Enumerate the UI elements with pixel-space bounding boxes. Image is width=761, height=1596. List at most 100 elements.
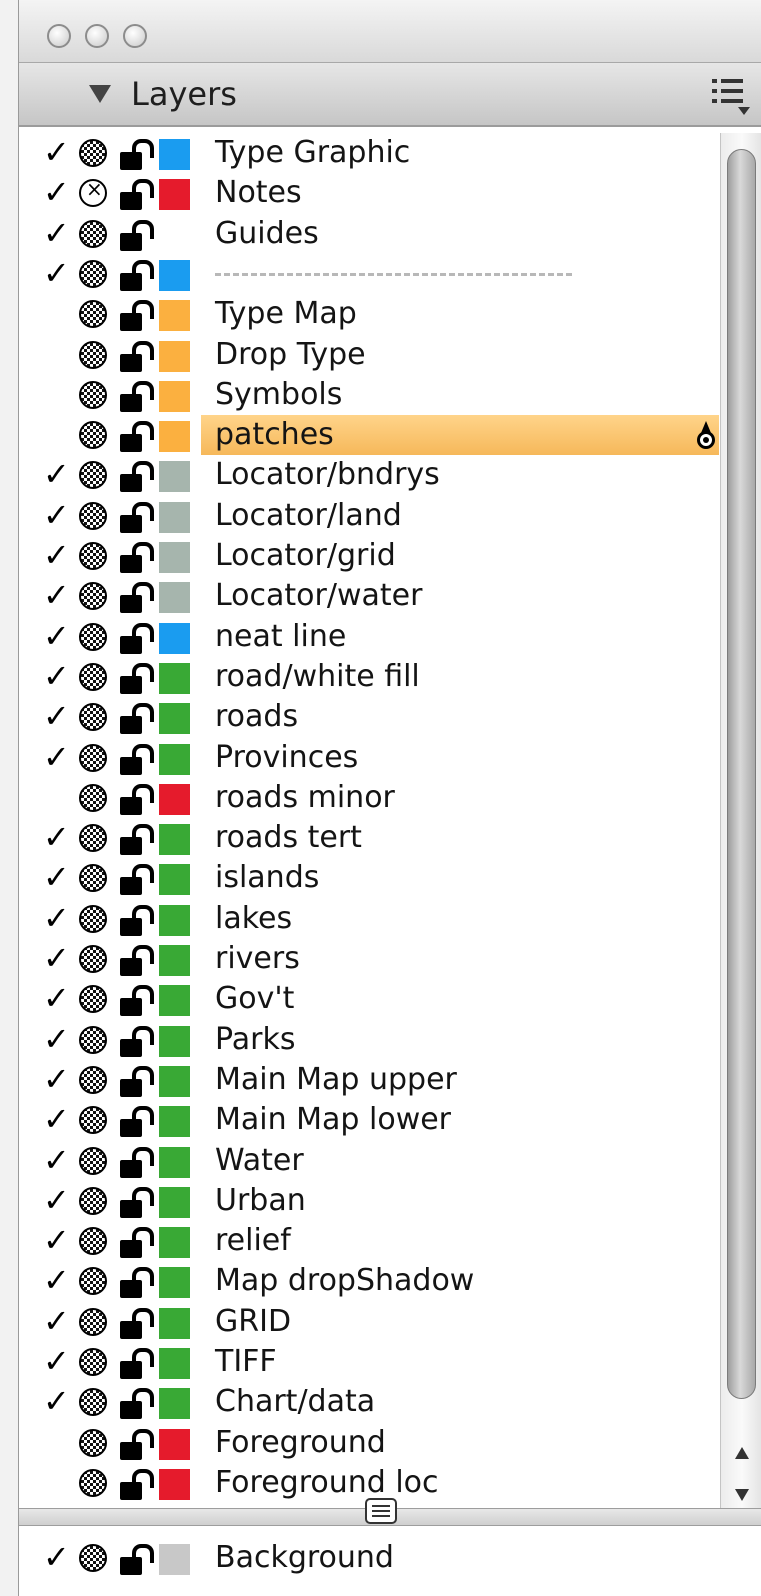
layer-row[interactable]: Type Map bbox=[19, 294, 719, 334]
lock-open-icon[interactable] bbox=[120, 380, 154, 412]
eye-icon[interactable] bbox=[79, 1065, 107, 1094]
eye-icon[interactable] bbox=[79, 904, 107, 933]
eye-icon[interactable] bbox=[79, 703, 107, 732]
layer-row[interactable]: ✓ Locator/bndrys bbox=[19, 455, 719, 495]
check-icon[interactable]: ✓ bbox=[43, 1062, 77, 1096]
lock-open-icon[interactable] bbox=[120, 1146, 154, 1178]
lock-open-icon[interactable] bbox=[120, 1388, 154, 1420]
layer-row[interactable]: ✓ Water bbox=[19, 1141, 719, 1181]
layer-row[interactable]: ✓ GRID bbox=[19, 1302, 719, 1342]
check-icon[interactable]: ✓ bbox=[43, 457, 77, 491]
layer-row[interactable]: patches bbox=[19, 415, 719, 456]
check-icon[interactable]: ✓ bbox=[43, 1540, 77, 1574]
eye-icon[interactable] bbox=[79, 1388, 107, 1417]
lock-open-icon[interactable] bbox=[120, 945, 154, 976]
lock-open-icon[interactable] bbox=[120, 783, 154, 815]
check-icon[interactable]: ✓ bbox=[43, 619, 77, 653]
lock-open-icon[interactable] bbox=[120, 1428, 154, 1460]
panel-menu-icon[interactable] bbox=[712, 77, 750, 115]
check-icon[interactable]: ✓ bbox=[43, 135, 77, 169]
check-icon[interactable]: ✓ bbox=[43, 860, 77, 894]
check-icon[interactable]: ✓ bbox=[43, 1344, 77, 1378]
lock-open-icon[interactable] bbox=[120, 904, 154, 936]
lock-open-icon[interactable] bbox=[120, 1267, 154, 1299]
lock-open-icon[interactable] bbox=[120, 1025, 154, 1057]
eye-icon[interactable] bbox=[79, 1428, 107, 1457]
zoom-window-button[interactable] bbox=[123, 24, 147, 48]
lock-open-icon[interactable] bbox=[120, 461, 154, 493]
check-icon[interactable]: ✓ bbox=[43, 1223, 77, 1257]
lock-open-icon[interactable] bbox=[120, 743, 154, 775]
close-window-button[interactable] bbox=[47, 24, 71, 48]
layer-row[interactable]: ✓ rivers bbox=[19, 939, 719, 979]
check-icon[interactable]: ✓ bbox=[43, 578, 77, 612]
layer-row[interactable]: roads minor bbox=[19, 778, 719, 818]
eye-icon[interactable] bbox=[79, 985, 107, 1014]
layer-row[interactable]: ✓ Chart/data bbox=[19, 1382, 719, 1422]
layer-row[interactable]: ✓ roads tert bbox=[19, 818, 719, 858]
eye-icon[interactable] bbox=[79, 1307, 107, 1336]
lock-open-icon[interactable] bbox=[120, 219, 154, 251]
lock-open-icon[interactable] bbox=[120, 139, 154, 170]
check-icon[interactable]: ✓ bbox=[43, 740, 77, 774]
layer-row[interactable]: ✓ Locator/water bbox=[19, 576, 719, 616]
lock-open-icon[interactable] bbox=[120, 1227, 154, 1259]
eye-icon[interactable] bbox=[79, 300, 107, 329]
check-icon[interactable]: ✓ bbox=[43, 1384, 77, 1418]
lock-open-icon[interactable] bbox=[120, 1348, 154, 1379]
eye-icon[interactable] bbox=[79, 824, 107, 853]
lock-open-icon[interactable] bbox=[120, 985, 154, 1017]
eye-icon[interactable] bbox=[79, 177, 107, 208]
eye-icon[interactable] bbox=[79, 219, 107, 248]
layer-row[interactable]: Drop Type bbox=[19, 335, 719, 375]
eye-icon[interactable] bbox=[79, 864, 107, 893]
check-icon[interactable]: ✓ bbox=[43, 538, 77, 572]
lock-open-icon[interactable] bbox=[120, 703, 154, 735]
layer-row[interactable]: ✓ Parks bbox=[19, 1020, 719, 1060]
eye-icon[interactable] bbox=[79, 501, 107, 530]
layer-row[interactable]: ✓ Type Graphic bbox=[19, 133, 719, 173]
lock-open-icon[interactable] bbox=[120, 1307, 154, 1339]
layer-row[interactable]: ✓ lakes bbox=[19, 899, 719, 939]
lock-open-icon[interactable] bbox=[120, 1106, 154, 1138]
eye-icon[interactable] bbox=[79, 1348, 107, 1376]
eye-icon[interactable] bbox=[79, 662, 107, 691]
resize-grip-icon[interactable] bbox=[365, 1498, 397, 1524]
eye-icon[interactable] bbox=[79, 259, 107, 288]
layer-row[interactable]: Foreground loc bbox=[19, 1463, 719, 1503]
check-icon[interactable]: ✓ bbox=[43, 820, 77, 854]
lock-open-icon[interactable] bbox=[120, 824, 154, 856]
scrollbar-thumb[interactable] bbox=[727, 149, 756, 1399]
layer-row[interactable]: ✓ Map dropShadow bbox=[19, 1261, 719, 1301]
eye-icon[interactable] bbox=[79, 1544, 107, 1572]
eye-icon[interactable] bbox=[79, 139, 107, 167]
layer-row[interactable]: ✓ Gov't bbox=[19, 979, 719, 1019]
lock-open-icon[interactable] bbox=[120, 622, 154, 654]
layer-row-background[interactable]: ✓ Background bbox=[19, 1538, 719, 1578]
lock-open-icon[interactable] bbox=[120, 1065, 154, 1097]
eye-icon[interactable] bbox=[79, 1227, 107, 1256]
layer-row[interactable]: ✓ TIFF bbox=[19, 1342, 719, 1382]
eye-icon[interactable] bbox=[79, 783, 107, 812]
layer-row[interactable]: ✓ Provinces bbox=[19, 738, 719, 778]
check-icon[interactable]: ✓ bbox=[43, 1183, 77, 1217]
eye-icon[interactable] bbox=[79, 1468, 107, 1497]
check-icon[interactable]: ✓ bbox=[43, 1022, 77, 1056]
eye-icon[interactable] bbox=[79, 1106, 107, 1135]
lock-open-icon[interactable] bbox=[120, 864, 154, 896]
layer-row[interactable]: ✓ roads bbox=[19, 697, 719, 737]
check-icon[interactable]: ✓ bbox=[43, 175, 77, 209]
eye-icon[interactable] bbox=[79, 622, 107, 651]
eye-icon[interactable] bbox=[79, 1025, 107, 1054]
layer-row[interactable]: ✓ Locator/grid bbox=[19, 536, 719, 576]
eye-icon[interactable] bbox=[79, 582, 107, 611]
check-icon[interactable]: ✓ bbox=[43, 498, 77, 532]
layer-row[interactable]: ✓ Notes bbox=[19, 173, 719, 213]
layer-row[interactable]: ✓ Locator/land bbox=[19, 496, 719, 536]
layer-row[interactable]: ✓ relief bbox=[19, 1221, 719, 1261]
check-icon[interactable]: ✓ bbox=[43, 216, 77, 250]
disclosure-triangle-icon[interactable] bbox=[89, 85, 111, 103]
eye-icon[interactable] bbox=[79, 421, 107, 450]
target-icon[interactable] bbox=[695, 421, 717, 451]
eye-icon[interactable] bbox=[79, 743, 107, 772]
